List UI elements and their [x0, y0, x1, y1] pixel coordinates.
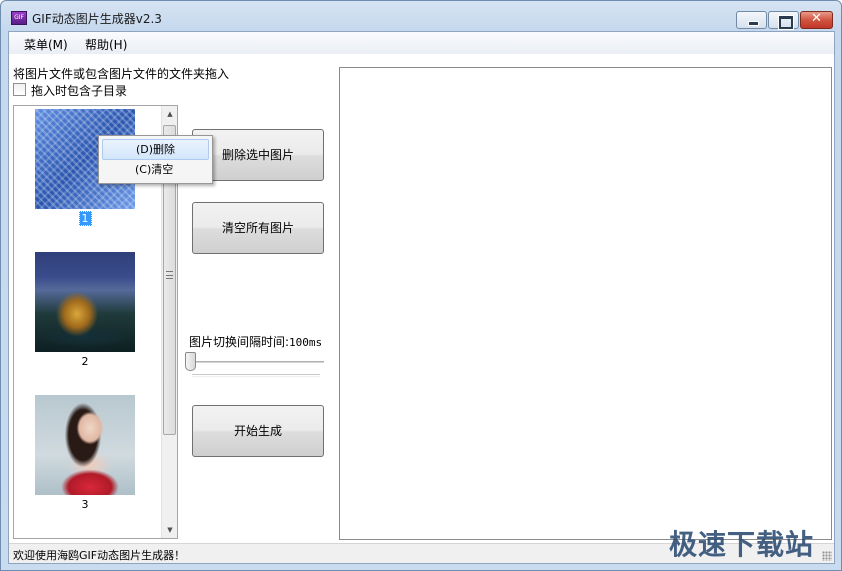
interval-label: 图片切换间隔时间:100ms	[189, 335, 323, 349]
menu-help[interactable]: 帮助(H)	[85, 36, 127, 53]
chevron-down-icon[interactable]: ▼	[162, 522, 177, 538]
grip-icon	[166, 271, 173, 279]
drop-hint-label: 将图片文件或包含图片文件的文件夹拖入	[13, 67, 230, 81]
interval-slider-thumb[interactable]	[185, 352, 196, 371]
clear-all-button[interactable]: 清空所有图片	[192, 202, 324, 254]
close-icon: ✕	[811, 11, 822, 26]
app-window: GIF GIF动态图片生成器v2.3 ✕ 菜单(M) 帮助(H) 将图片文件或包…	[0, 0, 842, 571]
image-index-label: 3	[81, 498, 89, 511]
resize-grip-icon[interactable]	[822, 551, 832, 561]
include-subdirs-label[interactable]: 拖入时包含子目录	[31, 82, 127, 99]
chevron-up-icon[interactable]: ▲	[162, 106, 177, 122]
image-thumbnail-3[interactable]	[35, 395, 135, 495]
client-area: 菜单(M) 帮助(H) 将图片文件或包含图片文件的文件夹拖入 拖入时包含子目录 …	[8, 31, 835, 564]
context-menu-delete[interactable]: (D)删除	[102, 139, 209, 160]
status-text: 欢迎使用海鸥GIF动态图片生成器！	[13, 549, 186, 562]
image-index-label: 1	[35, 211, 135, 226]
minimize-button[interactable]	[736, 11, 767, 29]
maximize-button[interactable]	[768, 11, 799, 30]
menu-bar: 菜单(M) 帮助(H)	[9, 32, 834, 54]
context-menu-clear[interactable]: (C)清空	[102, 160, 209, 181]
include-subdirs-checkbox[interactable]	[13, 83, 26, 96]
image-thumbnail-2[interactable]	[35, 252, 135, 352]
gif-app-icon: GIF	[11, 11, 27, 25]
interval-slider-ticks	[192, 374, 320, 377]
preview-panel	[339, 67, 832, 540]
context-menu: (D)删除 (C)清空	[98, 135, 213, 184]
interval-value: 100ms	[289, 336, 323, 349]
image-index-label: 2	[81, 355, 89, 368]
menu-main[interactable]: 菜单(M)	[24, 36, 68, 53]
start-generate-button[interactable]: 开始生成	[192, 405, 324, 457]
watermark-logo: 极速下载站	[669, 528, 815, 561]
close-button[interactable]: ✕	[800, 11, 833, 29]
window-title: GIF动态图片生成器v2.3	[32, 12, 162, 26]
interval-slider-track[interactable]	[192, 361, 324, 363]
title-bar[interactable]: GIF GIF动态图片生成器v2.3 ✕	[1, 1, 841, 31]
